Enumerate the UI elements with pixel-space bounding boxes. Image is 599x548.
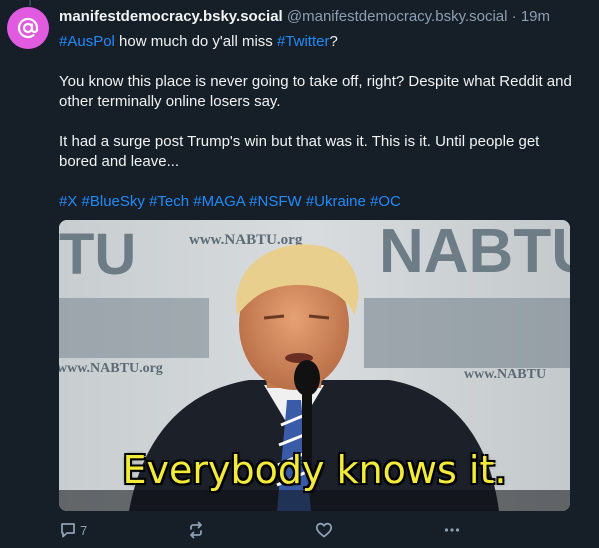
hashtag[interactable]: #OC: [370, 193, 401, 210]
post-line-1-text-b: ?: [329, 33, 338, 50]
backdrop-text: www.NABTU.org: [189, 232, 303, 248]
avatar[interactable]: [7, 7, 49, 49]
more-options-button[interactable]: [443, 521, 461, 539]
backdrop-logo-text: NABTU: [379, 220, 570, 286]
hashtag[interactable]: #Tech: [149, 193, 189, 210]
reply-count: 7: [80, 522, 88, 538]
hashtag-list: #X #BlueSky #Tech #MAGA #NSFW #Ukraine #…: [59, 192, 579, 212]
post-media-gif[interactable]: www.NABTU.org NABTU TU www.NABTU.org www…: [59, 220, 570, 511]
hashtag[interactable]: #BlueSky: [82, 193, 145, 210]
reply-icon: [61, 523, 75, 538]
repost-button[interactable]: [187, 521, 315, 539]
hashtag[interactable]: #NSFW: [249, 193, 302, 210]
post-actions: 7: [59, 519, 479, 541]
handle[interactable]: @manifestdemocracy.bsky.social: [287, 8, 508, 25]
gif-caption: Everybody knows it.: [122, 448, 507, 492]
backdrop-text: www.NABTU.org: [59, 361, 163, 376]
display-name[interactable]: manifestdemocracy.bsky.social: [59, 8, 283, 25]
like-button[interactable]: [315, 521, 443, 539]
post-line-1-text-a: how much do y'all miss: [114, 33, 277, 50]
hashtag[interactable]: #X: [59, 193, 77, 210]
reply-button[interactable]: 7: [59, 521, 187, 539]
post-line-1: #AusPol how much do y'all miss #Twitter?: [59, 32, 579, 52]
more-icon: [444, 528, 460, 532]
at-sign-icon: [17, 17, 39, 39]
like-icon: [315, 522, 333, 538]
hashtag[interactable]: #Ukraine: [306, 193, 366, 210]
repost-icon: [190, 521, 202, 539]
backdrop-text: www.NABTU: [464, 367, 546, 382]
post-text: #AusPol how much do y'all miss #Twitter?…: [59, 32, 579, 212]
svg-text:TU: TU: [59, 222, 136, 287]
post-paragraph-3: It had a surge post Trump's win but that…: [59, 133, 540, 170]
post-paragraph-2: You know this place is never going to ta…: [59, 73, 572, 110]
hashtag-auspol[interactable]: #AusPol: [59, 33, 115, 50]
hashtag-twitter[interactable]: #Twitter: [277, 33, 330, 50]
thread-line: [29, 0, 31, 6]
hashtag[interactable]: #MAGA: [193, 193, 245, 210]
post: manifestdemocracy.bsky.social @manifestd…: [59, 7, 579, 212]
post-header: manifestdemocracy.bsky.social @manifestd…: [59, 7, 579, 27]
timestamp[interactable]: 19m: [521, 8, 550, 25]
separator-dot: ·: [511, 8, 517, 25]
